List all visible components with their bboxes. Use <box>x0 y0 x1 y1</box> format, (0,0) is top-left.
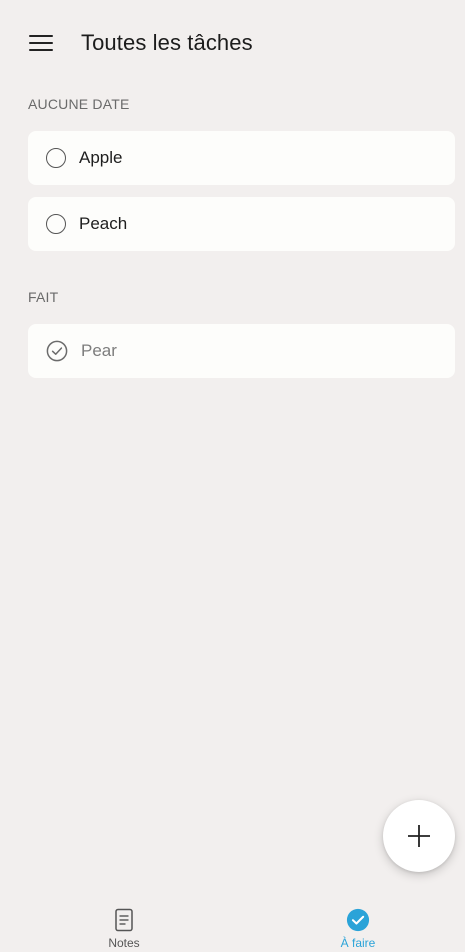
plus-icon <box>408 825 430 847</box>
checked-circle-icon[interactable] <box>46 340 68 362</box>
app-screen: Toutes les tâches AUCUNE DATE Apple Peac… <box>0 0 465 952</box>
task-text: Pear <box>81 341 117 360</box>
task-text: Apple <box>79 148 123 167</box>
task-item-apple[interactable]: Apple <box>28 131 455 185</box>
menu-icon[interactable] <box>29 31 53 55</box>
unchecked-circle-icon[interactable] <box>46 148 66 168</box>
task-item-peach[interactable]: Peach <box>28 197 455 251</box>
nav-item-notes[interactable]: Notes <box>44 896 204 952</box>
nav-label-notes: Notes <box>108 936 140 950</box>
top-bar: Toutes les tâches <box>0 16 465 70</box>
notes-icon <box>112 908 136 932</box>
page-title: Toutes les tâches <box>81 30 253 55</box>
task-item-pear[interactable]: Pear <box>28 324 455 378</box>
section-label-no-date: AUCUNE DATE <box>28 96 130 112</box>
bottom-navigation: Notes À faire <box>0 896 465 952</box>
nav-label-todo: À faire <box>340 936 376 950</box>
section-label-done: FAIT <box>28 289 59 305</box>
check-circle-icon <box>346 908 370 932</box>
add-task-button[interactable] <box>383 800 455 872</box>
nav-item-todo[interactable]: À faire <box>278 896 438 952</box>
unchecked-circle-icon[interactable] <box>46 214 66 234</box>
task-text: Peach <box>79 214 128 233</box>
